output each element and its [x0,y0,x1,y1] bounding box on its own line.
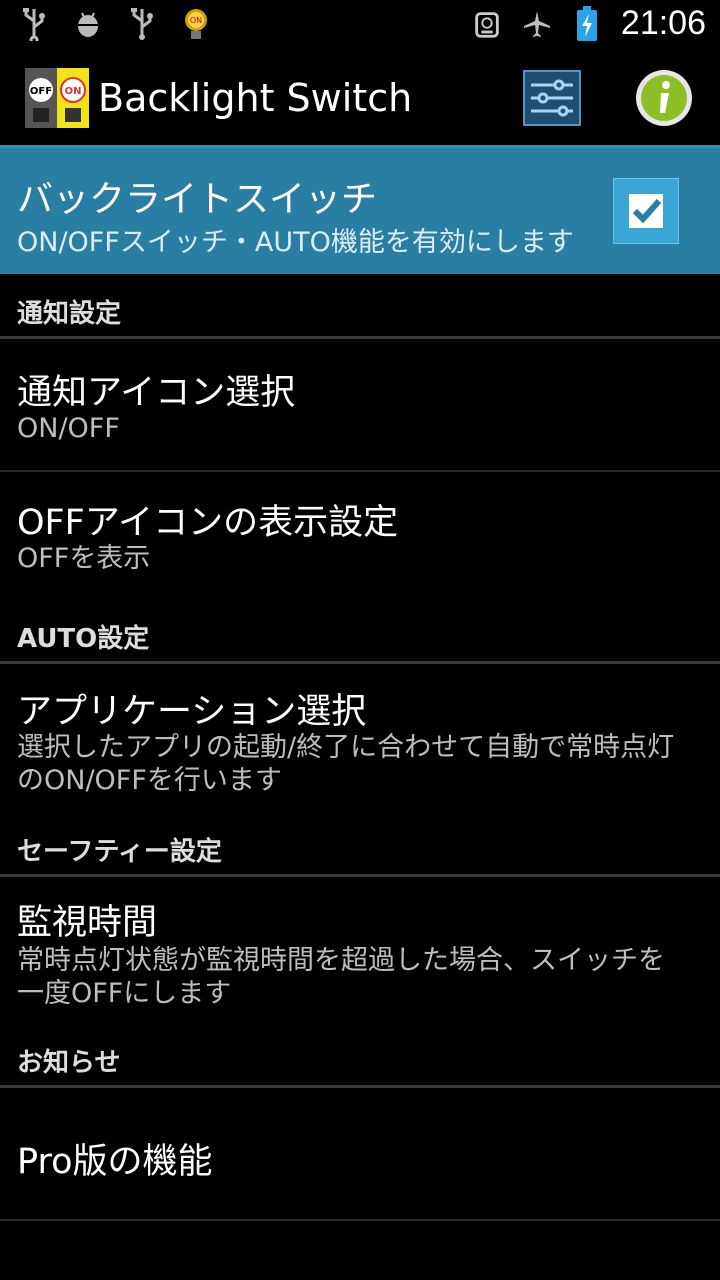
notify-icon-select-title: 通知アイコン選択 [17,373,296,413]
category-safety-label: セーフティー設定 [17,837,222,867]
off-icon-display-item[interactable]: OFFアイコンの表示設定 OFFを表示 [0,472,720,597]
clock: 21:06 [620,4,706,42]
category-notify-label: 通知設定 [17,299,122,329]
checkmark-icon [629,194,663,228]
status-bar: ON 21:06 [0,0,720,50]
watch-time-summary: 常時点灯状態が監視時間を超過した場合、スイッチを一度OFFにします [17,945,665,1009]
android-debug-icon [72,6,104,42]
app-title: Backlight Switch [98,76,413,120]
category-divider [0,661,720,664]
category-divider [0,874,720,877]
notification-icons: ON [18,6,212,42]
usb-icon [18,6,50,42]
watch-time-item[interactable]: 監視時間 常時点灯状態が監視時間を超過した場合、スイッチを一度OFFにします [0,878,720,1038]
category-divider [0,1085,720,1088]
master-switch-row[interactable]: バックライトスイッチ ON/OFFスイッチ・AUTO機能を有効にします [0,148,720,274]
off-icon-display-summary: OFFを表示 [17,543,151,574]
app-logo-icon: OFF ON [25,68,89,128]
item-divider [0,1219,720,1221]
svg-text:ON: ON [65,86,82,97]
master-switch-summary: ON/OFFスイッチ・AUTO機能を有効にします [17,227,574,258]
off-icon-display-title: OFFアイコンの表示設定 [17,503,399,543]
battery-charging-icon [571,5,603,42]
watch-time-title: 監視時間 [17,903,158,943]
app-on-icon: ON [180,6,212,42]
pro-features-item[interactable]: Pro版の機能 [0,1089,720,1219]
svg-text:OFF: OFF [30,86,52,97]
svg-text:ON: ON [190,16,202,25]
master-switch-title: バックライトスイッチ [17,179,378,220]
system-icons: 21:06 [471,4,706,43]
airplane-icon [521,6,553,42]
app-select-title: アプリケーション選択 [17,692,367,732]
settings-button[interactable] [523,70,581,126]
pro-features-title: Pro版の機能 [17,1142,213,1182]
action-bar: OFF ON Backlight Switch [0,50,720,148]
category-news-label: お知らせ [17,1048,121,1078]
category-auto-label: AUTO設定 [17,624,150,654]
alarm-icon [471,6,503,42]
usb-icon [126,6,158,42]
notify-icon-select-summary: ON/OFF [17,413,120,444]
master-switch-checkbox[interactable] [613,178,679,244]
category-divider [0,336,720,339]
app-select-item[interactable]: アプリケーション選択 選択したアプリの起動/終了に合わせて自動で常時点灯のON/… [0,665,720,825]
app-select-summary: 選択したアプリの起動/終了に合わせて自動で常時点灯のON/OFFを行います [17,732,675,796]
info-button[interactable] [634,68,694,128]
notify-icon-select-item[interactable]: 通知アイコン選択 ON/OFF [0,340,720,470]
